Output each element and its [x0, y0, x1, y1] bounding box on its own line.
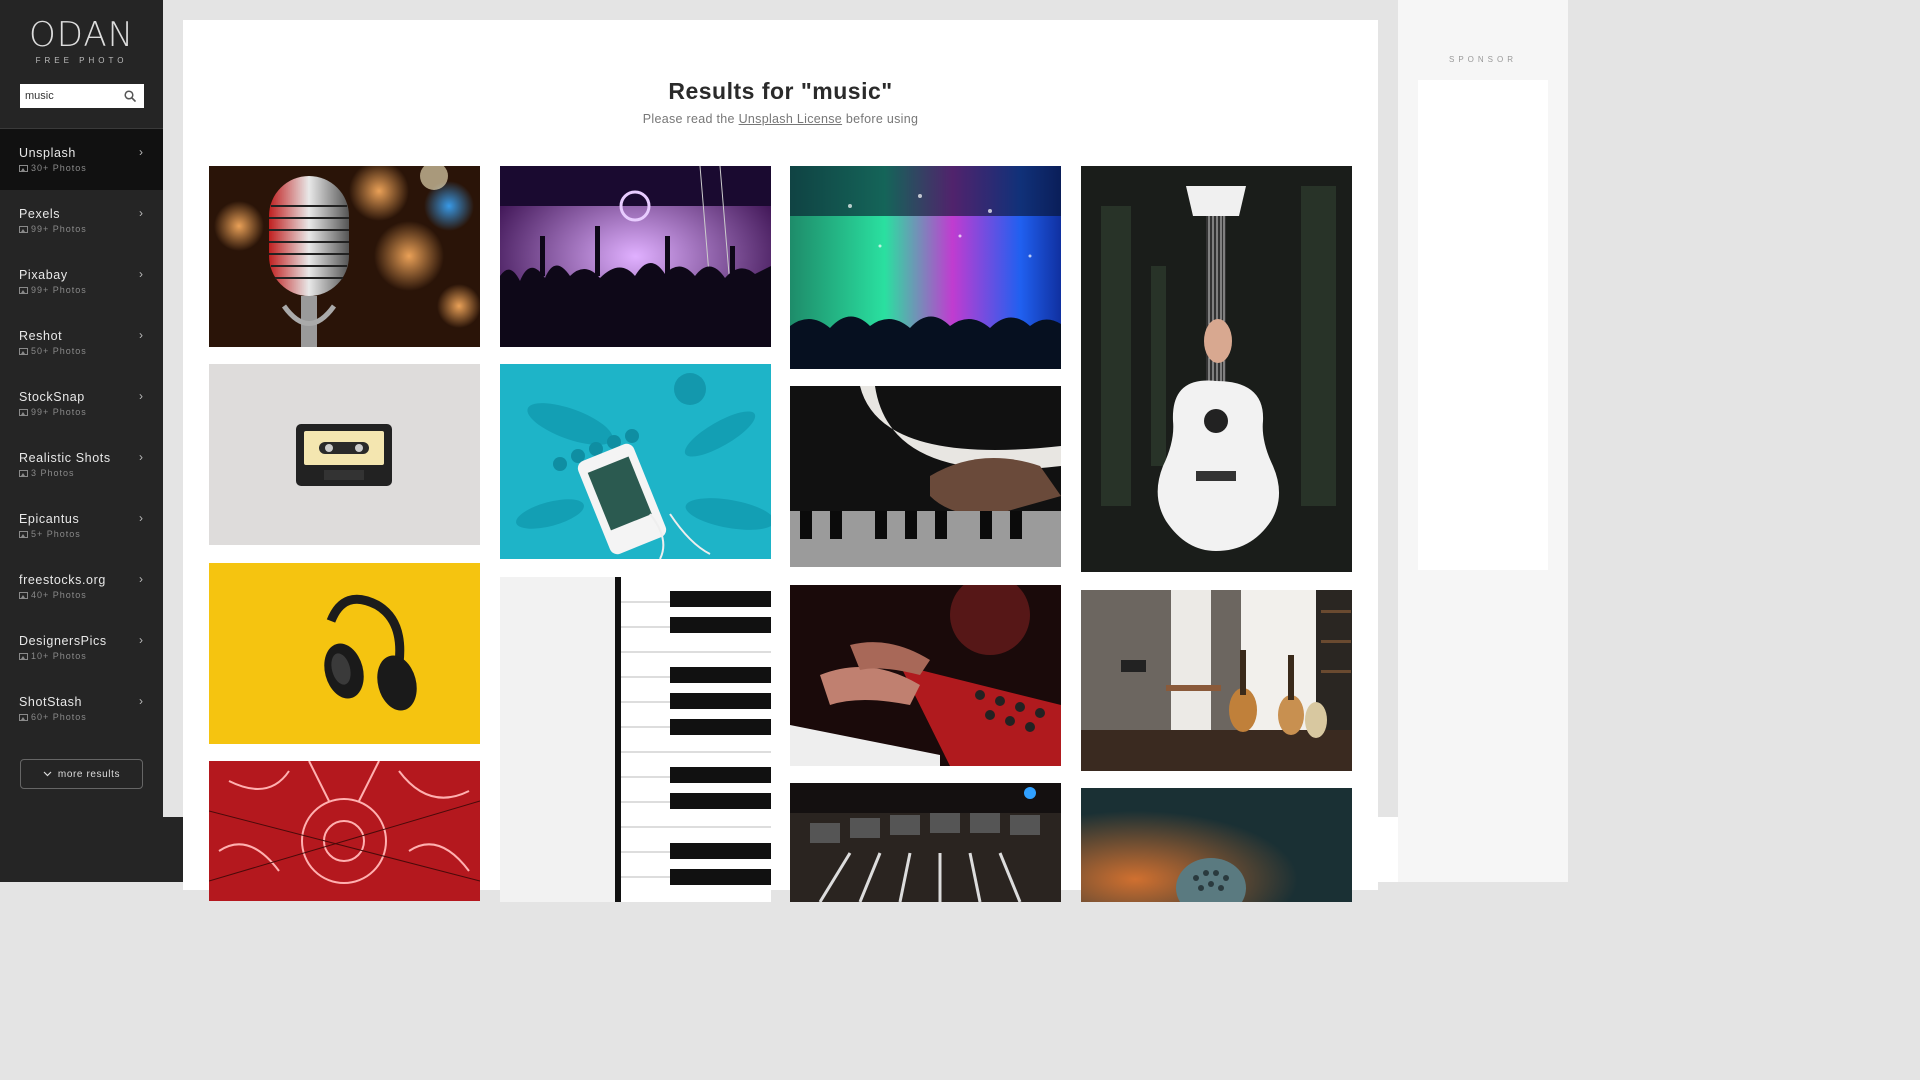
chevron-right-icon: › [139, 389, 143, 403]
source-item-pexels[interactable]: Pexels 99+ Photos › [0, 190, 163, 251]
photo-cassette-tape[interactable] [209, 364, 480, 545]
license-text-after: before using [842, 112, 919, 126]
image-icon [19, 164, 28, 172]
image-icon [19, 225, 28, 233]
chevron-right-icon: › [139, 328, 143, 342]
photo-phone-earbuds[interactable] [500, 364, 771, 559]
chevron-down-icon [43, 771, 52, 777]
photo-synth-hands[interactable] [790, 585, 1061, 766]
results-panel: Results for "music" Please read the Unsp… [183, 20, 1378, 902]
photo-mixing-console[interactable] [790, 783, 1061, 902]
chevron-right-icon: › [139, 145, 143, 159]
image-icon [19, 652, 28, 660]
chevron-right-icon: › [139, 450, 143, 464]
sponsor-label: SPONSOR [1448, 55, 1517, 64]
photo-festival-lights[interactable] [790, 166, 1061, 369]
image-icon [19, 286, 28, 294]
photo-piano-keys-vertical[interactable] [500, 577, 771, 902]
search-box [20, 84, 144, 108]
source-count: 30+ Photos [19, 163, 163, 173]
source-count-text: 3 Photos [31, 468, 75, 478]
sponsor-ad-slot[interactable] [1418, 80, 1548, 570]
chevron-right-icon: › [139, 572, 143, 586]
more-results-label: more results [57, 768, 121, 780]
image-icon [19, 469, 28, 477]
image-icon [19, 591, 28, 599]
source-count-text: 60+ Photos [31, 712, 87, 722]
license-text-before: Please read the [642, 112, 739, 126]
chevron-right-icon: › [139, 511, 143, 525]
image-icon [19, 530, 28, 538]
source-count: 99+ Photos [19, 285, 163, 295]
source-count: 5+ Photos [19, 529, 163, 539]
source-list: Unsplash 30+ Photos › Pexels 99+ Photos … [0, 128, 163, 739]
photo-hand-piano[interactable] [790, 386, 1061, 567]
source-count-text: 99+ Photos [31, 407, 87, 417]
chevron-right-icon: › [139, 633, 143, 647]
source-item-shotstash[interactable]: ShotStash 60+ Photos › [0, 678, 163, 739]
photo-white-guitar[interactable] [1081, 166, 1352, 572]
license-link[interactable]: Unsplash License [739, 112, 842, 126]
photo-studio-microphone[interactable] [1081, 788, 1352, 902]
source-count: 50+ Photos [19, 346, 163, 356]
page-gap [1378, 817, 1398, 882]
image-icon [19, 408, 28, 416]
source-item-unsplash[interactable]: Unsplash 30+ Photos › [0, 129, 163, 190]
license-note: Please read the Unsplash License before … [183, 112, 1378, 126]
logo-wordmark: ODAN [28, 15, 135, 55]
source-count: 60+ Photos [19, 712, 163, 722]
source-item-pixabay[interactable]: Pixabay 99+ Photos › [0, 251, 163, 312]
source-count-text: 50+ Photos [31, 346, 87, 356]
source-count-text: 30+ Photos [31, 163, 87, 173]
image-icon [19, 713, 28, 721]
source-count-text: 99+ Photos [31, 224, 87, 234]
source-count: 10+ Photos [19, 651, 163, 661]
chevron-right-icon: › [139, 267, 143, 281]
photo-headphones[interactable] [209, 563, 480, 744]
source-count: 99+ Photos [19, 224, 163, 234]
photo-neon-instruments[interactable] [209, 761, 480, 901]
sponsor-rail: SPONSOR [1398, 0, 1568, 882]
sidebar: ODAN FREE PHOTO Unsplash 30+ Photos › Pe… [0, 0, 163, 817]
photo-microphone[interactable] [209, 166, 480, 347]
source-count: 3 Photos [19, 468, 163, 478]
sidebar-footer [0, 817, 183, 882]
source-count-text: 5+ Photos [31, 529, 81, 539]
image-icon [19, 347, 28, 355]
source-item-epicantus[interactable]: Epicantus 5+ Photos › [0, 495, 163, 556]
source-count: 40+ Photos [19, 590, 163, 600]
source-item-reshot[interactable]: Reshot 50+ Photos › [0, 312, 163, 373]
source-item-designerspics[interactable]: DesignersPics 10+ Photos › [0, 617, 163, 678]
more-results-button[interactable]: more results [20, 759, 143, 789]
chevron-right-icon: › [139, 694, 143, 708]
logo[interactable]: ODAN FREE PHOTO [0, 16, 163, 65]
source-item-realistic-shots[interactable]: Realistic Shots 3 Photos › [0, 434, 163, 495]
source-count: 99+ Photos [19, 407, 163, 417]
source-item-freestocks[interactable]: freestocks.org 40+ Photos › [0, 556, 163, 617]
source-count-text: 40+ Photos [31, 590, 87, 600]
source-count-text: 10+ Photos [31, 651, 87, 661]
page-title: Results for "music" [668, 78, 893, 104]
chevron-right-icon: › [139, 206, 143, 220]
search-input[interactable] [20, 86, 121, 106]
logo-tagline: FREE PHOTO [35, 56, 128, 65]
search-icon[interactable] [124, 90, 136, 102]
photo-guitar-room[interactable] [1081, 590, 1352, 771]
source-item-stocksnap[interactable]: StockSnap 99+ Photos › [0, 373, 163, 434]
photo-concert-crowd[interactable] [500, 166, 771, 347]
source-count-text: 99+ Photos [31, 285, 87, 295]
